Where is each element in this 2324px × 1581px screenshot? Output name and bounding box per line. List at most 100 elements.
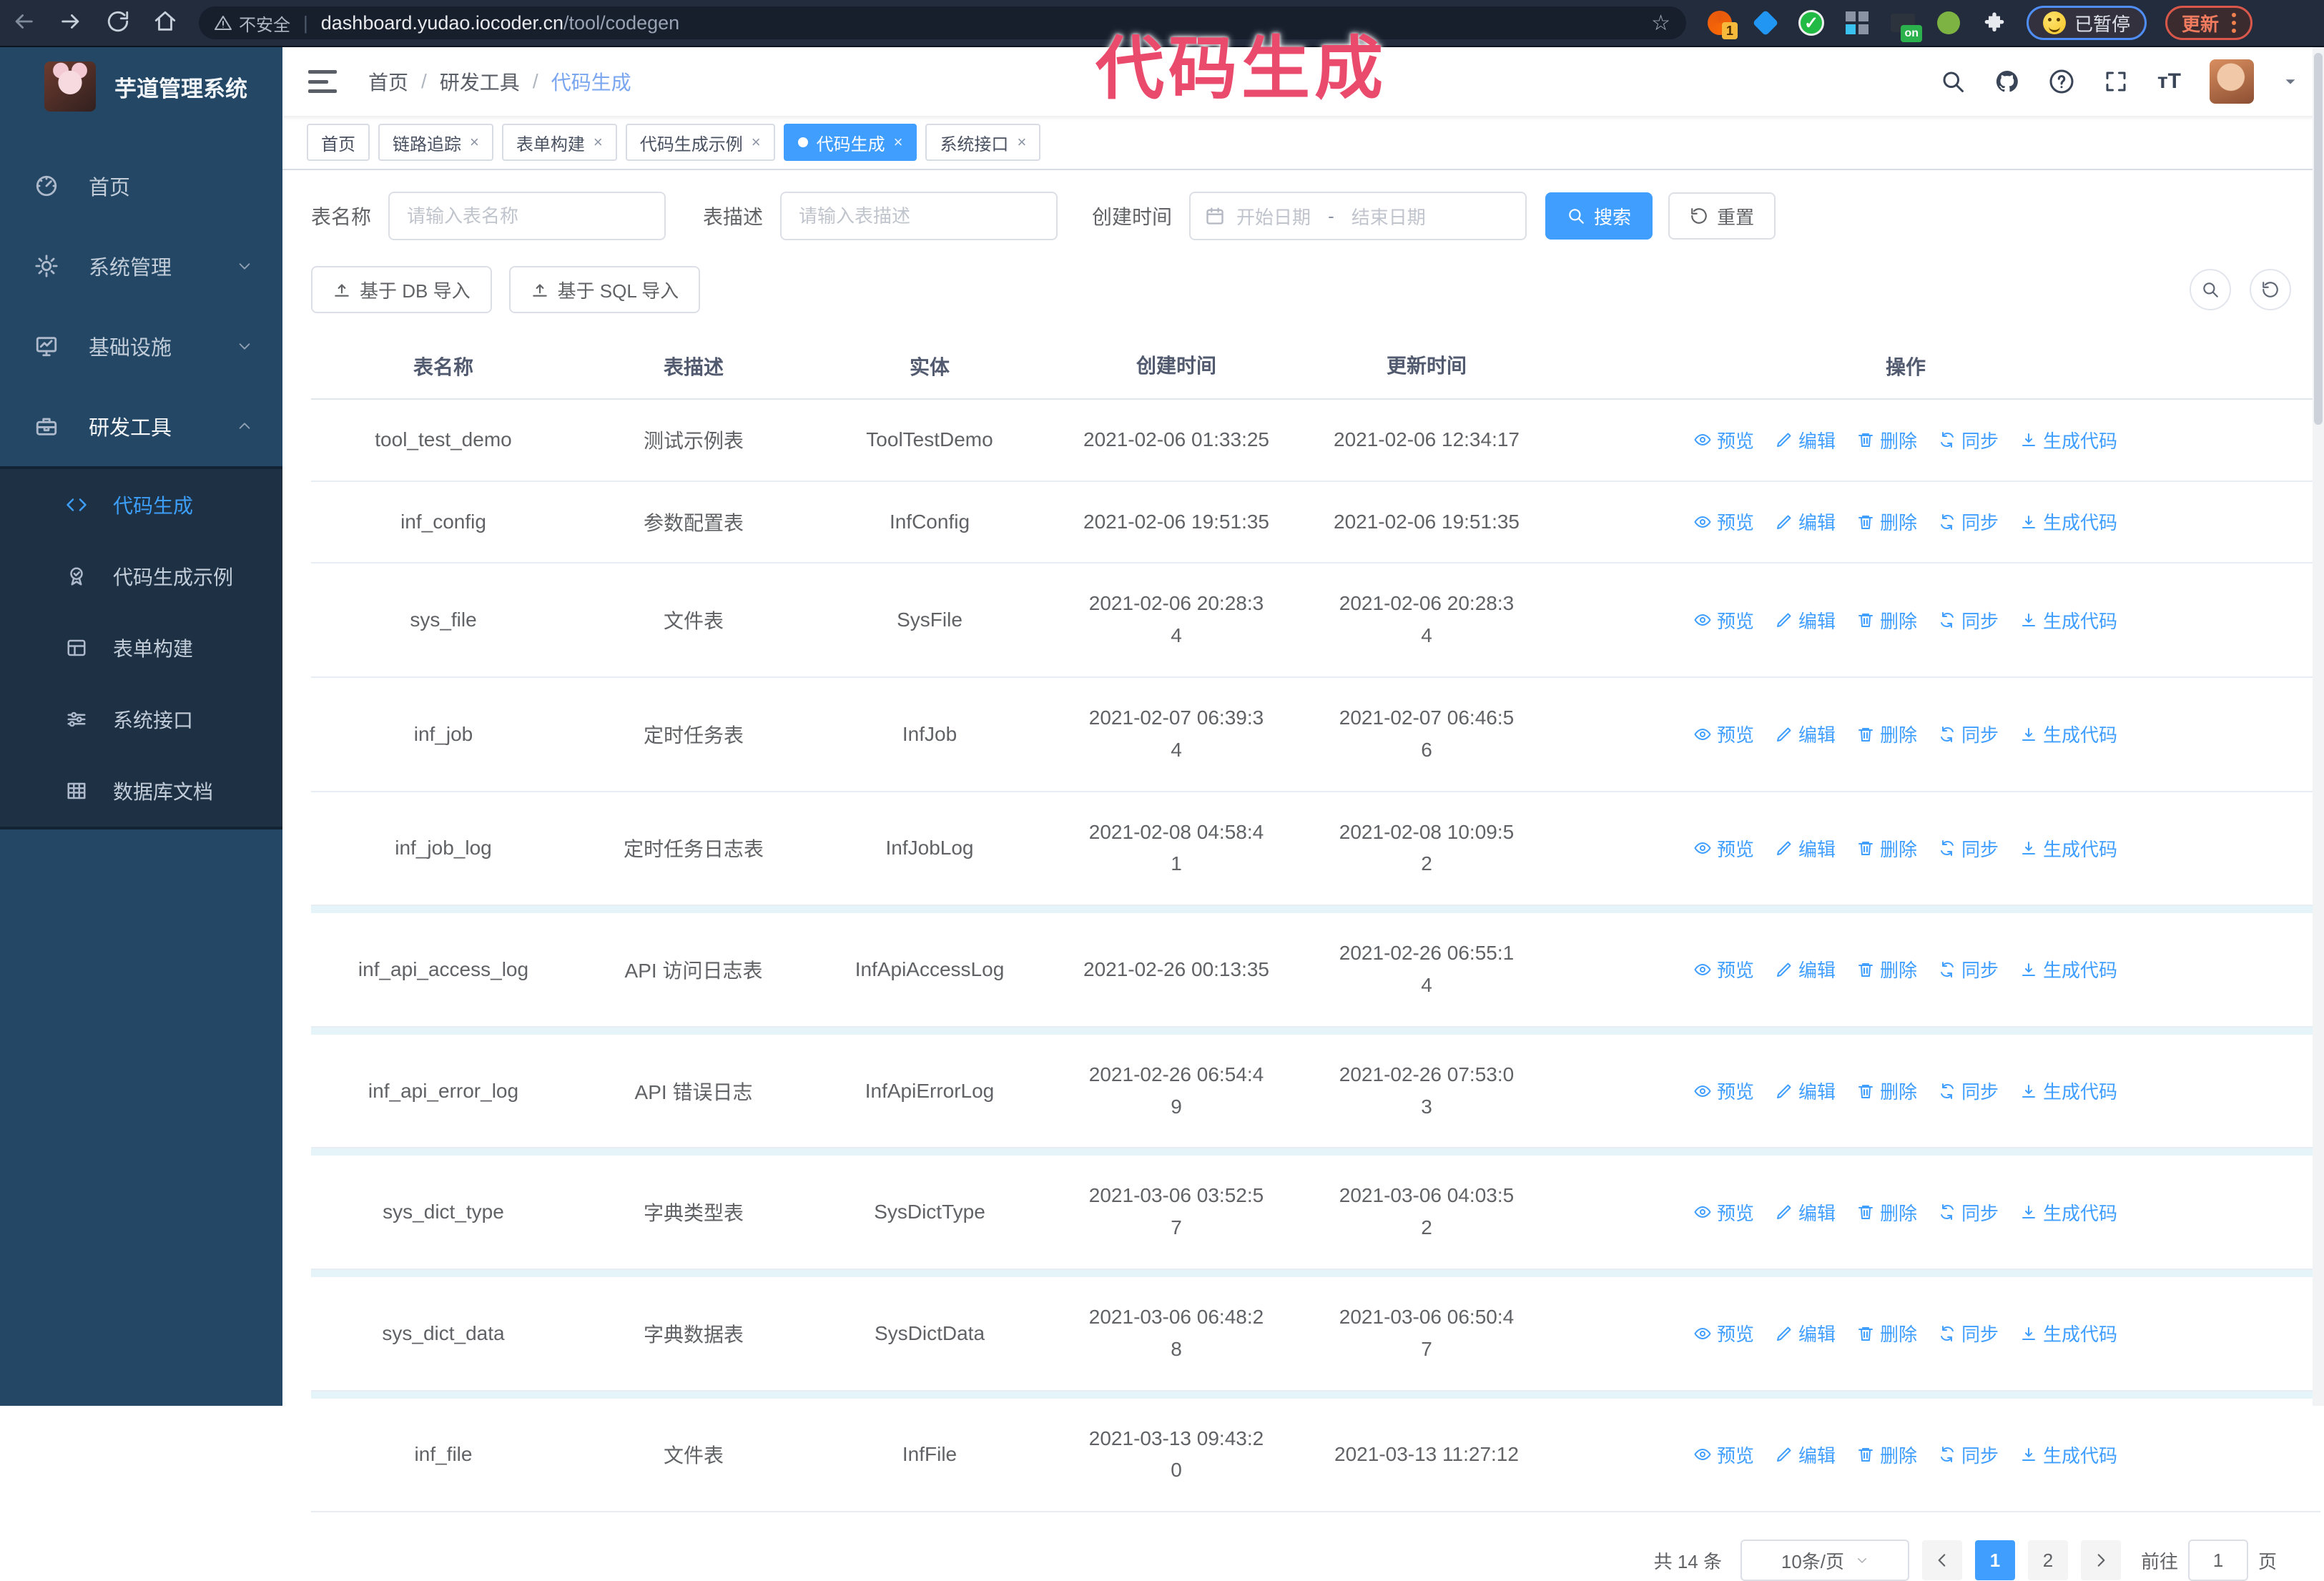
preview-link[interactable]: 预览 <box>1694 1199 1754 1226</box>
close-icon[interactable]: × <box>594 133 603 152</box>
delete-link[interactable]: 删除 <box>1857 1442 1917 1468</box>
search-button[interactable]: 搜索 <box>1545 192 1653 240</box>
sidebar-item-dev-tools[interactable]: 研发工具 <box>0 386 282 466</box>
page-scrollbar[interactable] <box>2313 47 2324 1406</box>
delete-link[interactable]: 删除 <box>1857 1320 1917 1346</box>
generate-code-link[interactable]: 生成代码 <box>2020 1199 2117 1226</box>
preview-link[interactable]: 预览 <box>1694 427 1754 453</box>
delete-link[interactable]: 删除 <box>1857 956 1917 982</box>
preview-link[interactable]: 预览 <box>1694 721 1754 747</box>
browser-back-button[interactable] <box>0 9 47 37</box>
extension-icon-dark-on[interactable]: on <box>1889 9 1922 42</box>
sync-link[interactable]: 同步 <box>1939 1199 1999 1226</box>
tab-codegen-example[interactable]: 代码生成示例 × <box>625 124 775 161</box>
sidebar-subitem-codegen-example[interactable]: 代码生成示例 <box>0 541 282 612</box>
preview-link[interactable]: 预览 <box>1694 1320 1754 1346</box>
generate-code-link[interactable]: 生成代码 <box>2020 1442 2117 1468</box>
sync-link[interactable]: 同步 <box>1939 1442 1999 1468</box>
edit-link[interactable]: 编辑 <box>1776 1078 1836 1104</box>
sync-link[interactable]: 同步 <box>1939 721 1999 747</box>
close-icon[interactable]: × <box>752 133 761 152</box>
prev-page-button[interactable] <box>1921 1540 1962 1581</box>
refresh-table-button[interactable] <box>2250 269 2291 310</box>
tab-system-api[interactable]: 系统接口 × <box>925 124 1041 161</box>
sidebar-subitem-system-api[interactable]: 系统接口 <box>0 684 282 755</box>
sync-link[interactable]: 同步 <box>1939 508 1999 535</box>
help-icon[interactable] <box>2049 69 2074 94</box>
sidebar-subitem-codegen[interactable]: 代码生成 <box>0 469 282 541</box>
generate-code-link[interactable]: 生成代码 <box>2020 956 2117 982</box>
edit-link[interactable]: 编辑 <box>1776 835 1836 862</box>
table-desc-input[interactable] <box>780 192 1058 240</box>
generate-code-link[interactable]: 生成代码 <box>2020 835 2117 862</box>
sidebar-toggle-icon[interactable] <box>308 70 337 93</box>
sidebar-subitem-db-doc[interactable]: 数据库文档 <box>0 755 282 827</box>
delete-link[interactable]: 删除 <box>1857 508 1917 535</box>
generate-code-link[interactable]: 生成代码 <box>2020 607 2117 634</box>
edit-link[interactable]: 编辑 <box>1776 508 1836 535</box>
tab-codegen-active[interactable]: 代码生成 × <box>783 124 917 161</box>
browser-forward-button[interactable] <box>47 9 94 37</box>
sidebar-item-infrastructure[interactable]: 基础设施 <box>0 306 282 386</box>
extension-icon-grid[interactable] <box>1843 9 1871 36</box>
delete-link[interactable]: 删除 <box>1857 607 1917 634</box>
close-icon[interactable]: × <box>470 133 479 152</box>
preview-link[interactable]: 预览 <box>1694 1442 1754 1468</box>
sidebar-item-system-management[interactable]: 系统管理 <box>0 226 282 306</box>
reset-button[interactable]: 重置 <box>1668 192 1776 240</box>
bookmark-star-icon[interactable]: ☆ <box>1651 11 1670 36</box>
sidebar-subitem-form-builder[interactable]: 表单构建 <box>0 612 282 684</box>
edit-link[interactable]: 编辑 <box>1776 1442 1836 1468</box>
browser-reload-button[interactable] <box>94 9 142 37</box>
preview-link[interactable]: 预览 <box>1694 956 1754 982</box>
extension-icon-gem[interactable] <box>1752 9 1779 36</box>
table-name-input[interactable] <box>388 192 666 240</box>
edit-link[interactable]: 编辑 <box>1776 607 1836 634</box>
site-security-indicator[interactable]: 不安全 <box>215 11 290 36</box>
generate-code-link[interactable]: 生成代码 <box>2020 1320 2117 1346</box>
header-search-icon[interactable] <box>1940 69 1966 94</box>
sync-link[interactable]: 同步 <box>1939 1078 1999 1104</box>
generate-code-link[interactable]: 生成代码 <box>2020 508 2117 535</box>
delete-link[interactable]: 删除 <box>1857 1078 1917 1104</box>
tab-tracing[interactable]: 链路追踪 × <box>378 124 493 161</box>
edit-link[interactable]: 编辑 <box>1776 721 1836 747</box>
goto-page-input[interactable] <box>2187 1540 2248 1581</box>
import-sql-button[interactable]: 基于 SQL 导入 <box>508 266 701 313</box>
delete-link[interactable]: 删除 <box>1857 427 1917 453</box>
font-size-icon[interactable]: тT <box>2157 69 2181 94</box>
sync-link[interactable]: 同步 <box>1939 956 1999 982</box>
tab-form-builder[interactable]: 表单构建 × <box>501 124 617 161</box>
import-db-button[interactable]: 基于 DB 导入 <box>311 266 492 313</box>
preview-link[interactable]: 预览 <box>1694 508 1754 535</box>
next-page-button[interactable] <box>2080 1540 2121 1581</box>
sync-link[interactable]: 同步 <box>1939 607 1999 634</box>
breadcrumb-dev-tools[interactable]: 研发工具 <box>440 67 520 96</box>
sync-link[interactable]: 同步 <box>1939 427 1999 453</box>
sync-link[interactable]: 同步 <box>1939 835 1999 862</box>
fullscreen-icon[interactable] <box>2103 69 2129 94</box>
browser-home-button[interactable] <box>142 9 189 37</box>
extensions-puzzle-icon[interactable] <box>1981 9 2008 36</box>
delete-link[interactable]: 删除 <box>1857 721 1917 747</box>
sync-link[interactable]: 同步 <box>1939 1320 1999 1346</box>
extension-icon-orange[interactable]: 1 <box>1706 9 1738 39</box>
user-menu-caret-icon[interactable] <box>2283 74 2298 89</box>
delete-link[interactable]: 删除 <box>1857 1199 1917 1226</box>
generate-code-link[interactable]: 生成代码 <box>2020 1078 2117 1104</box>
scrollbar-thumb[interactable] <box>2314 53 2323 425</box>
edit-link[interactable]: 编辑 <box>1776 1199 1836 1226</box>
delete-link[interactable]: 删除 <box>1857 835 1917 862</box>
app-logo-row[interactable]: 芋道管理系统 <box>0 47 282 126</box>
extension-icon-check[interactable]: ✓ <box>1798 9 1825 36</box>
preview-link[interactable]: 预览 <box>1694 1078 1754 1104</box>
close-icon[interactable]: × <box>894 133 903 152</box>
generate-code-link[interactable]: 生成代码 <box>2020 427 2117 453</box>
create-time-range-picker[interactable]: 开始日期 - 结束日期 <box>1189 192 1527 240</box>
github-icon[interactable] <box>1994 69 2020 94</box>
preview-link[interactable]: 预览 <box>1694 607 1754 634</box>
sidebar-item-home[interactable]: 首页 <box>0 146 282 226</box>
user-avatar[interactable] <box>2210 59 2254 104</box>
page-button-2[interactable]: 2 <box>2027 1540 2068 1581</box>
toggle-search-button[interactable] <box>2190 269 2231 310</box>
